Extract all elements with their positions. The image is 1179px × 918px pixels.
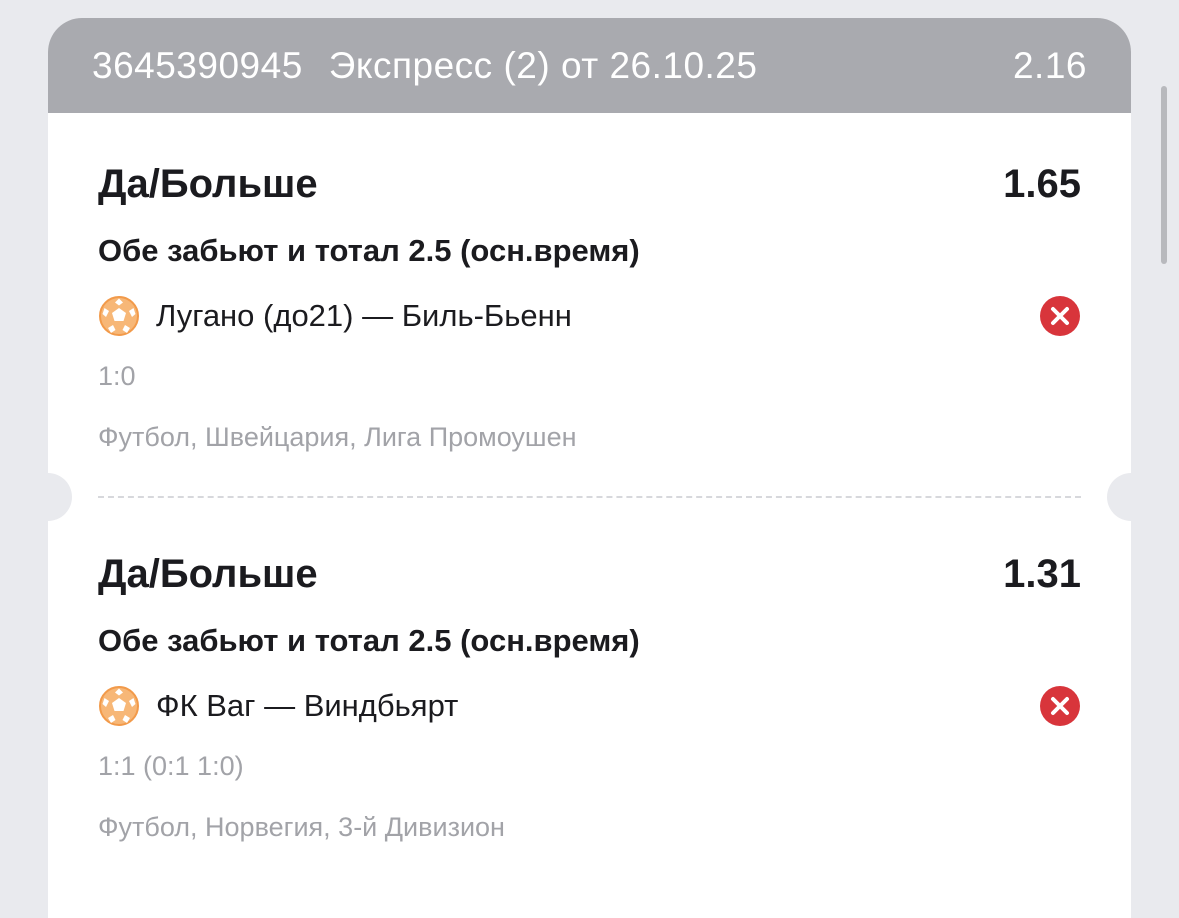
bet-separator — [98, 496, 1081, 498]
ticket-notch-right — [1107, 473, 1131, 521]
ticket-notch-left — [48, 473, 72, 521]
ticket-header[interactable]: 3645390945 Экспресс (2) от 26.10.25 2.16 — [48, 18, 1131, 113]
match-row: Лугано (до21) — Биль-Бьенн — [98, 295, 1081, 337]
soccer-ball-icon — [99, 686, 139, 726]
match-score: 1:1 (0:1 1:0) — [98, 751, 244, 781]
bet-type: Обе забьют и тотал 2.5 (осн.время) — [98, 233, 640, 268]
bet-top-row: Да/Больше 1.65 — [98, 162, 1081, 207]
bet-item[interactable]: Да/Больше 1.65 Обе забьют и тотал 2.5 (о… — [98, 162, 1081, 453]
lost-x-icon — [1040, 686, 1080, 726]
match-score: 1:0 — [98, 361, 136, 391]
match-name: Лугано (до21) — Биль-Бьенн — [156, 298, 572, 333]
bet-type: Обе забьют и тотал 2.5 (осн.время) — [98, 623, 640, 658]
bet-market: Да/Больше — [98, 162, 318, 206]
match-name: ФК Ваг — Виндбьярт — [156, 688, 459, 723]
league-info: Футбол, Норвегия, 3-й Дивизион — [98, 812, 505, 842]
bet-title: Экспресс (2) от 26.10.25 — [328, 44, 758, 86]
ticket-header-left: 3645390945 Экспресс (2) от 26.10.25 — [92, 45, 757, 87]
match-row: ФК Ваг — Виндбьярт — [98, 685, 1081, 727]
bet-ticket-card: 3645390945 Экспресс (2) от 26.10.25 2.16… — [48, 18, 1131, 918]
lost-x-icon — [1040, 296, 1080, 336]
bet-id: 3645390945 — [92, 44, 303, 86]
soccer-ball-icon — [99, 296, 139, 336]
bet-odds: 1.31 — [1003, 552, 1081, 596]
match-info: Лугано (до21) — Биль-Бьенн — [98, 295, 572, 337]
bet-item[interactable]: Да/Больше 1.31 Обе забьют и тотал 2.5 (о… — [98, 552, 1081, 843]
total-odds: 2.16 — [1012, 44, 1087, 86]
match-info: ФК Ваг — Виндбьярт — [98, 685, 458, 727]
bet-odds: 1.65 — [1003, 162, 1081, 206]
league-info: Футбол, Швейцария, Лига Промоушен — [98, 422, 577, 452]
bet-market: Да/Больше — [98, 552, 318, 596]
bet-top-row: Да/Больше 1.31 — [98, 552, 1081, 597]
scrollbar[interactable] — [1161, 86, 1167, 264]
